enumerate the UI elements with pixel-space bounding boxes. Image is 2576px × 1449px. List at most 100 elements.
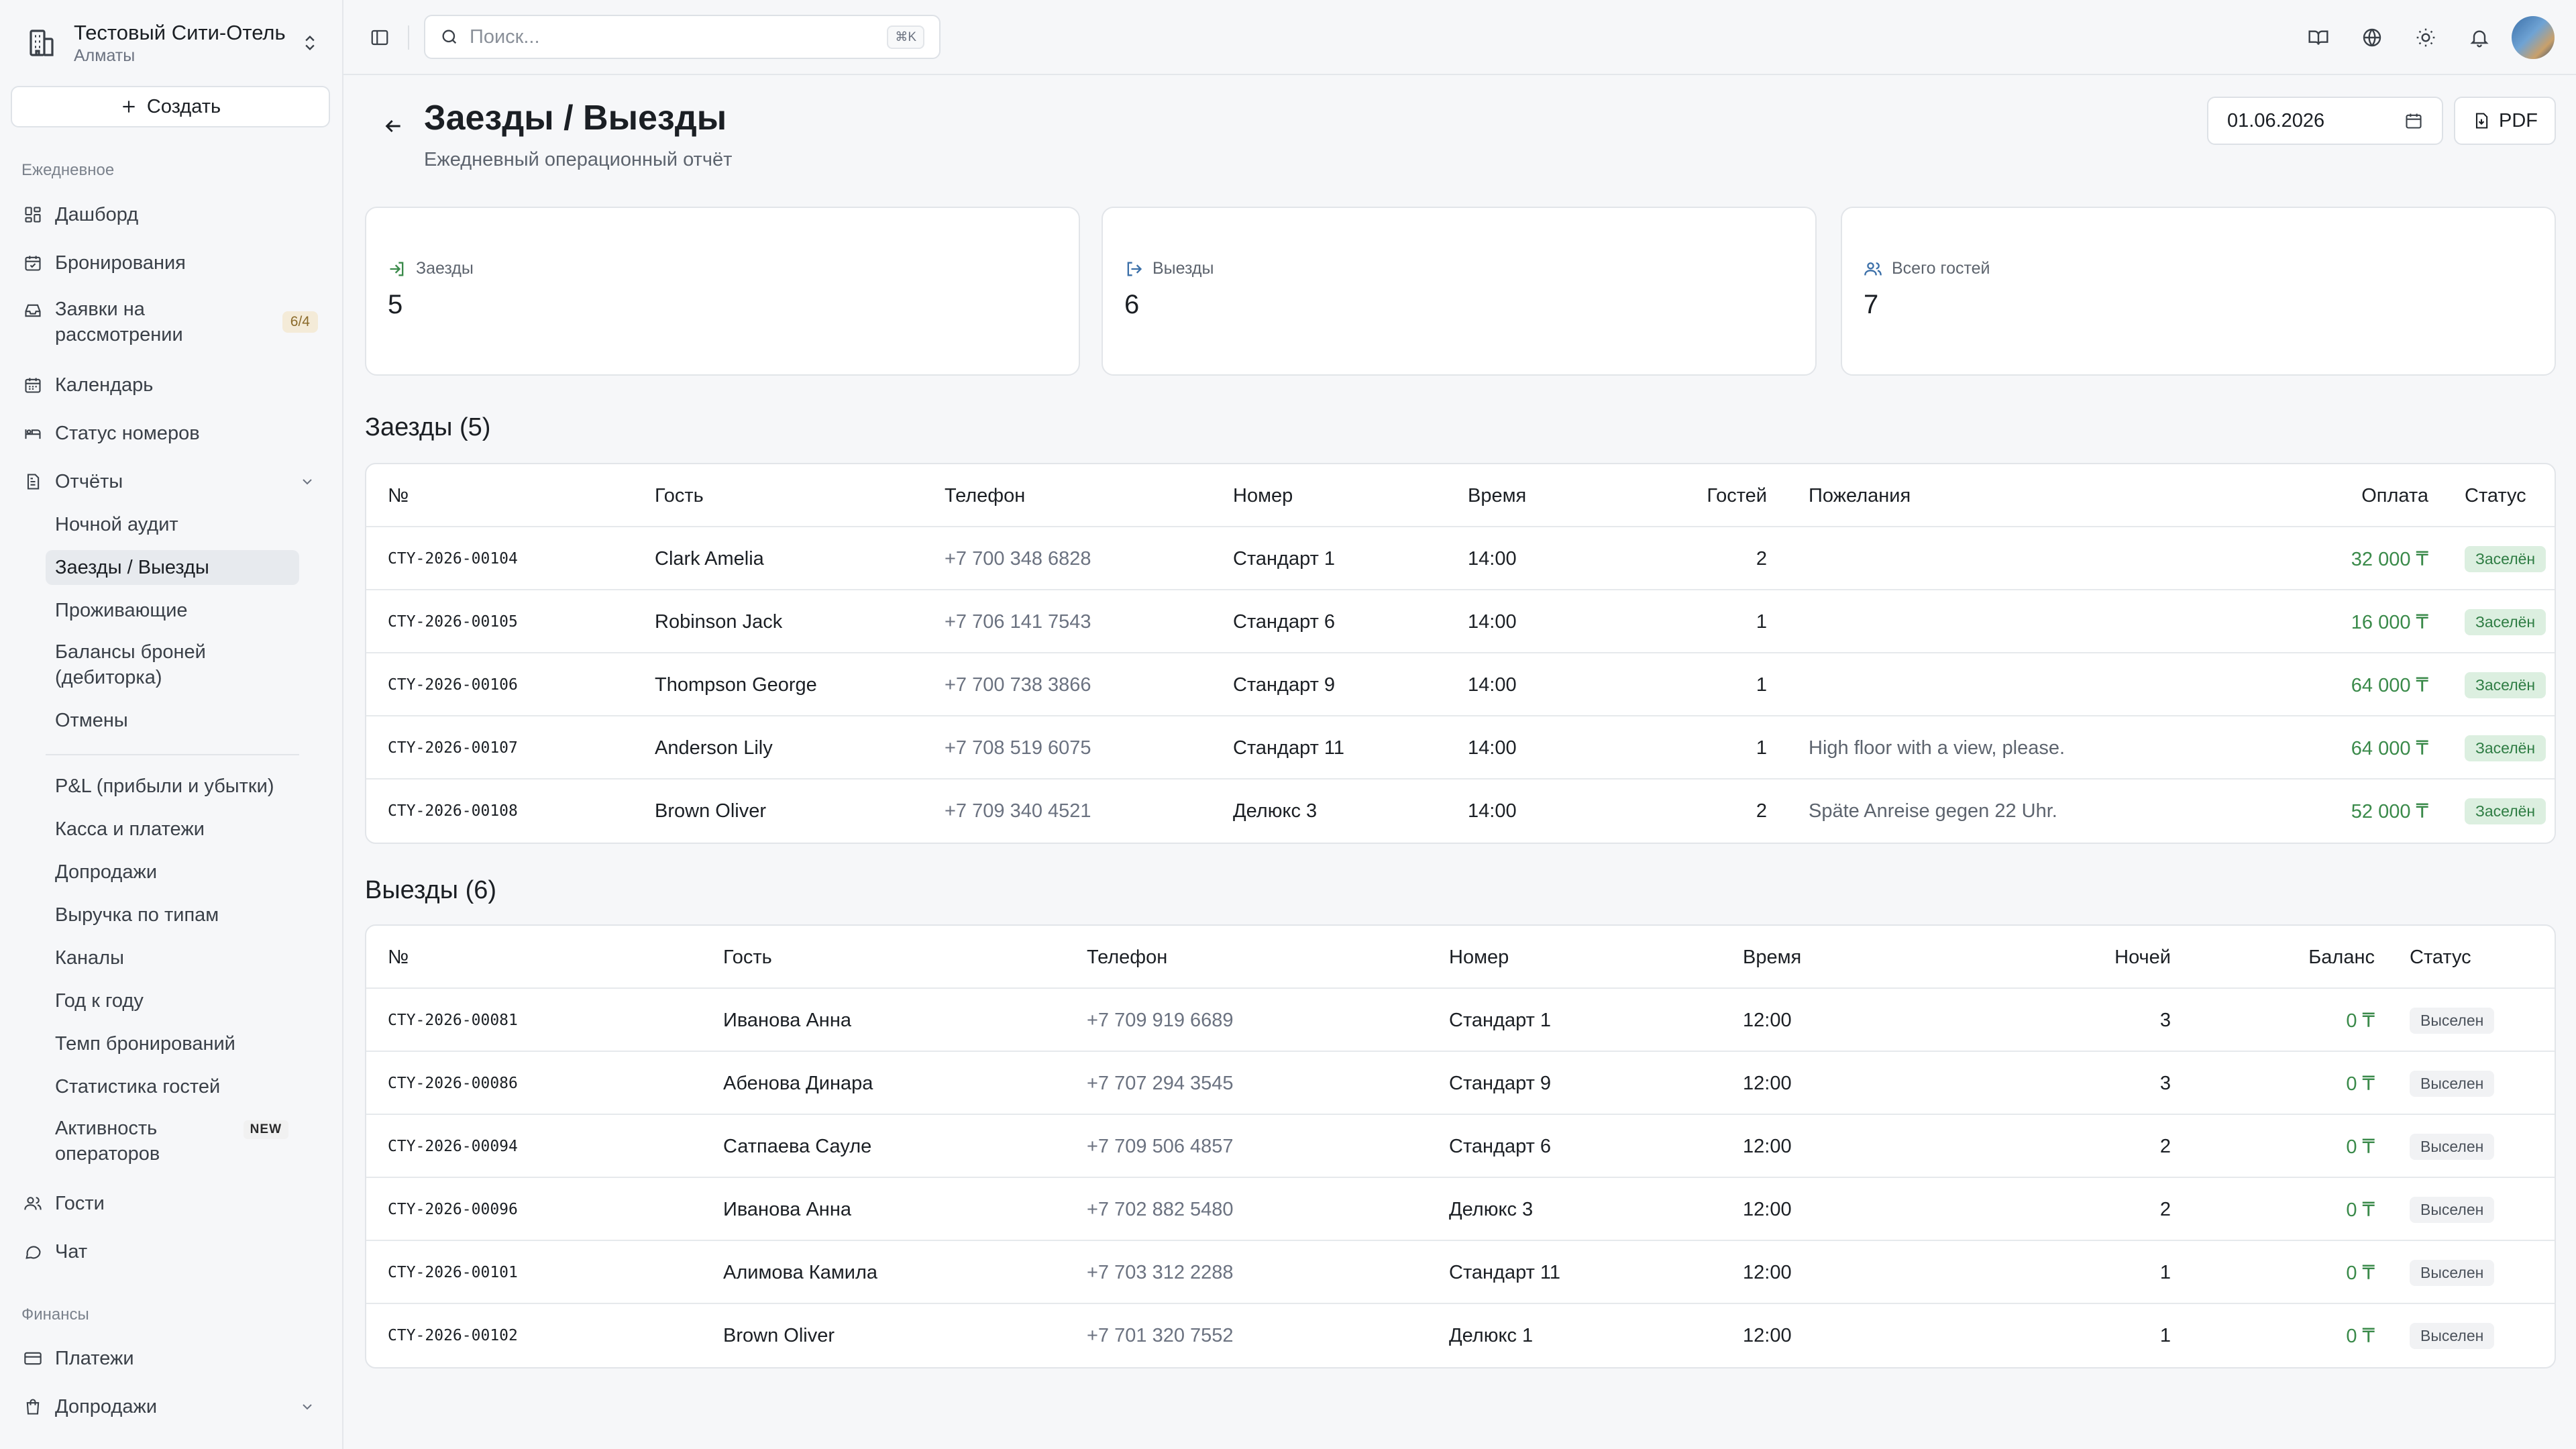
table-row[interactable]: CTY-2026-00094 Сатпаева Сауле +7 709 506 4… — [366, 1115, 2555, 1178]
sidebar-sub-cash[interactable]: Касса и платежи — [46, 812, 299, 847]
table-row[interactable]: CTY-2026-00106 Thompson George +7 700 738 … — [366, 653, 2555, 716]
sidebar-item-reports[interactable]: Отчёты — [21, 463, 329, 500]
sidebar-sub-night-audit[interactable]: Ночной аудит — [46, 507, 299, 542]
search-input[interactable]: Поиск... ⌘K — [424, 15, 941, 59]
table-row[interactable]: CTY-2026-00105 Robinson Jack +7 706 141 75… — [366, 590, 2555, 653]
col-nights: Ночей — [2114, 946, 2171, 968]
phone: +7 700 738 3866 — [945, 674, 1091, 696]
sidebar-item-label: Отчёты — [55, 470, 123, 492]
sidebar-item-label: Активность операторов — [55, 1118, 160, 1165]
plus-icon — [120, 98, 138, 115]
booking-id: CTY-2026-00104 — [388, 550, 518, 568]
balance: 0 ₸ — [2346, 1262, 2375, 1284]
sidebar-sub-yoy[interactable]: Год к году — [46, 983, 299, 1018]
table-row[interactable]: CTY-2026-00108 Brown Oliver +7 709 340 452… — [366, 780, 2555, 843]
sidebar-sub-guest-stats[interactable]: Статистика гостей — [46, 1069, 299, 1104]
booking-id: CTY-2026-00105 — [388, 613, 518, 631]
sidebar-sub-operators[interactable]: Активность операторов NEW — [46, 1114, 299, 1169]
status-badge: Заселён — [2465, 798, 2546, 824]
time: 14:00 — [1468, 547, 1517, 570]
table-row[interactable]: CTY-2026-00101 Алимова Камила +7 703 312 2… — [366, 1241, 2555, 1304]
table-row[interactable]: CTY-2026-00104 Clark Amelia +7 700 348 682… — [366, 527, 2555, 590]
guest-name: Thompson George — [655, 674, 817, 696]
nights: 1 — [2159, 1324, 2171, 1346]
col-guest: Гость — [723, 946, 772, 968]
sidebar-sub-pnl[interactable]: P&L (прибыли и убытки) — [46, 769, 299, 804]
room: Стандарт 6 — [1233, 610, 1336, 633]
file-download-icon — [2472, 111, 2491, 130]
sidebar-sub-arrivals-departures[interactable]: Заезды / Выезды — [46, 550, 299, 585]
hotel-switcher[interactable]: Тестовый Сити-Отель Алматы — [21, 16, 323, 70]
phone: +7 706 141 7543 — [945, 610, 1091, 633]
sidebar-item-room-status[interactable]: Статус номеров — [21, 415, 329, 452]
guests-card-label: Всего гостей — [1892, 259, 1990, 278]
table-row[interactable]: CTY-2026-00081 Иванова Анна +7 709 919 668… — [366, 989, 2555, 1052]
sidebar-item-chat[interactable]: Чат — [21, 1233, 329, 1271]
guest-count: 2 — [1756, 547, 1767, 570]
col-payment: Оплата — [2361, 484, 2428, 506]
sidebar-toggle-icon[interactable] — [366, 24, 393, 51]
avatar[interactable] — [2512, 16, 2555, 59]
date-picker[interactable]: 01.06.2026 — [2207, 97, 2443, 145]
time: 12:00 — [1743, 1135, 1792, 1157]
dashboard-icon — [21, 203, 44, 226]
section-finance-label: Финансы — [21, 1305, 89, 1324]
nights: 2 — [2159, 1198, 2171, 1220]
chat-icon — [21, 1240, 44, 1263]
back-arrow-icon[interactable] — [372, 105, 415, 148]
time: 12:00 — [1743, 1009, 1792, 1031]
sidebar-item-finance-upsells[interactable]: Допродажи — [21, 1388, 329, 1426]
phone: +7 709 340 4521 — [945, 800, 1091, 822]
report-icon — [21, 470, 44, 493]
nights: 3 — [2159, 1072, 2171, 1094]
sidebar-sub-revenue-types[interactable]: Выручка по типам — [46, 898, 299, 932]
sidebar-item-label: Заявки на рассмотрении — [55, 299, 183, 345]
sidebar-sub-cancellations[interactable]: Отмены — [46, 703, 299, 738]
globe-icon[interactable] — [2351, 16, 2394, 59]
sidebar-sub-balances[interactable]: Балансы броней (дебиторка) — [46, 637, 299, 692]
sidebar-item-calendar[interactable]: Календарь — [21, 366, 329, 404]
table-row[interactable]: CTY-2026-00107 Anderson Lily +7 708 519 60… — [366, 716, 2555, 780]
phone: +7 708 519 6075 — [945, 737, 1091, 759]
sidebar-item-requests[interactable]: Заявки на рассмотрении 6/4 — [21, 295, 329, 349]
pdf-label: PDF — [2499, 109, 2538, 131]
search-icon — [440, 28, 459, 46]
arrivals-card-value: 5 — [388, 290, 403, 319]
table-row[interactable]: CTY-2026-00086 Абенова Динара +7 707 294 3… — [366, 1052, 2555, 1115]
chevron-down-icon — [299, 1399, 315, 1415]
col-number: № — [388, 946, 409, 968]
sidebar-item-bookings[interactable]: Бронирования — [21, 244, 329, 282]
balance: 0 ₸ — [2346, 1136, 2375, 1158]
payment: 32 000 ₸ — [2351, 548, 2428, 570]
sidebar-sub-channels[interactable]: Каналы — [46, 941, 299, 975]
log-in-icon — [388, 260, 407, 278]
col-phone: Телефон — [945, 484, 1026, 506]
sidebar-item-label: Дашборд — [55, 203, 139, 225]
book-icon[interactable] — [2297, 16, 2340, 59]
time: 12:00 — [1743, 1324, 1792, 1346]
sidebar-item-payments[interactable]: Платежи — [21, 1340, 329, 1377]
balance: 0 ₸ — [2346, 1010, 2375, 1032]
table-row[interactable]: CTY-2026-00096 Иванова Анна +7 702 882 548… — [366, 1178, 2555, 1241]
sidebar-item-dashboard[interactable]: Дашборд — [21, 196, 329, 233]
sun-icon[interactable] — [2404, 16, 2447, 59]
booking-id: CTY-2026-00081 — [388, 1012, 518, 1029]
sidebar-sub-residents[interactable]: Проживающие — [46, 593, 299, 628]
booking-id: CTY-2026-00096 — [388, 1201, 518, 1218]
pdf-button[interactable]: PDF — [2454, 97, 2556, 145]
phone: +7 707 294 3545 — [1087, 1072, 1234, 1094]
hotel-city: Алматы — [74, 46, 136, 65]
payment: 64 000 ₸ — [2351, 674, 2428, 696]
sidebar-sub-upsells[interactable]: Допродажи — [46, 855, 299, 890]
sidebar-sub-pace[interactable]: Темп бронирований — [46, 1026, 299, 1061]
status-badge: Заселён — [2465, 545, 2546, 572]
payment: 64 000 ₸ — [2351, 737, 2428, 759]
time: 14:00 — [1468, 800, 1517, 822]
sidebar-item-guests[interactable]: Гости — [21, 1185, 329, 1222]
status-badge: Выселен — [2410, 1322, 2495, 1349]
table-row[interactable]: CTY-2026-00102 Brown Oliver +7 701 320 755… — [366, 1304, 2555, 1367]
bell-icon[interactable] — [2458, 16, 2501, 59]
guests-card-value: 7 — [1864, 290, 1879, 319]
create-button[interactable]: Создать — [11, 86, 330, 127]
payment: 52 000 ₸ — [2351, 800, 2428, 822]
